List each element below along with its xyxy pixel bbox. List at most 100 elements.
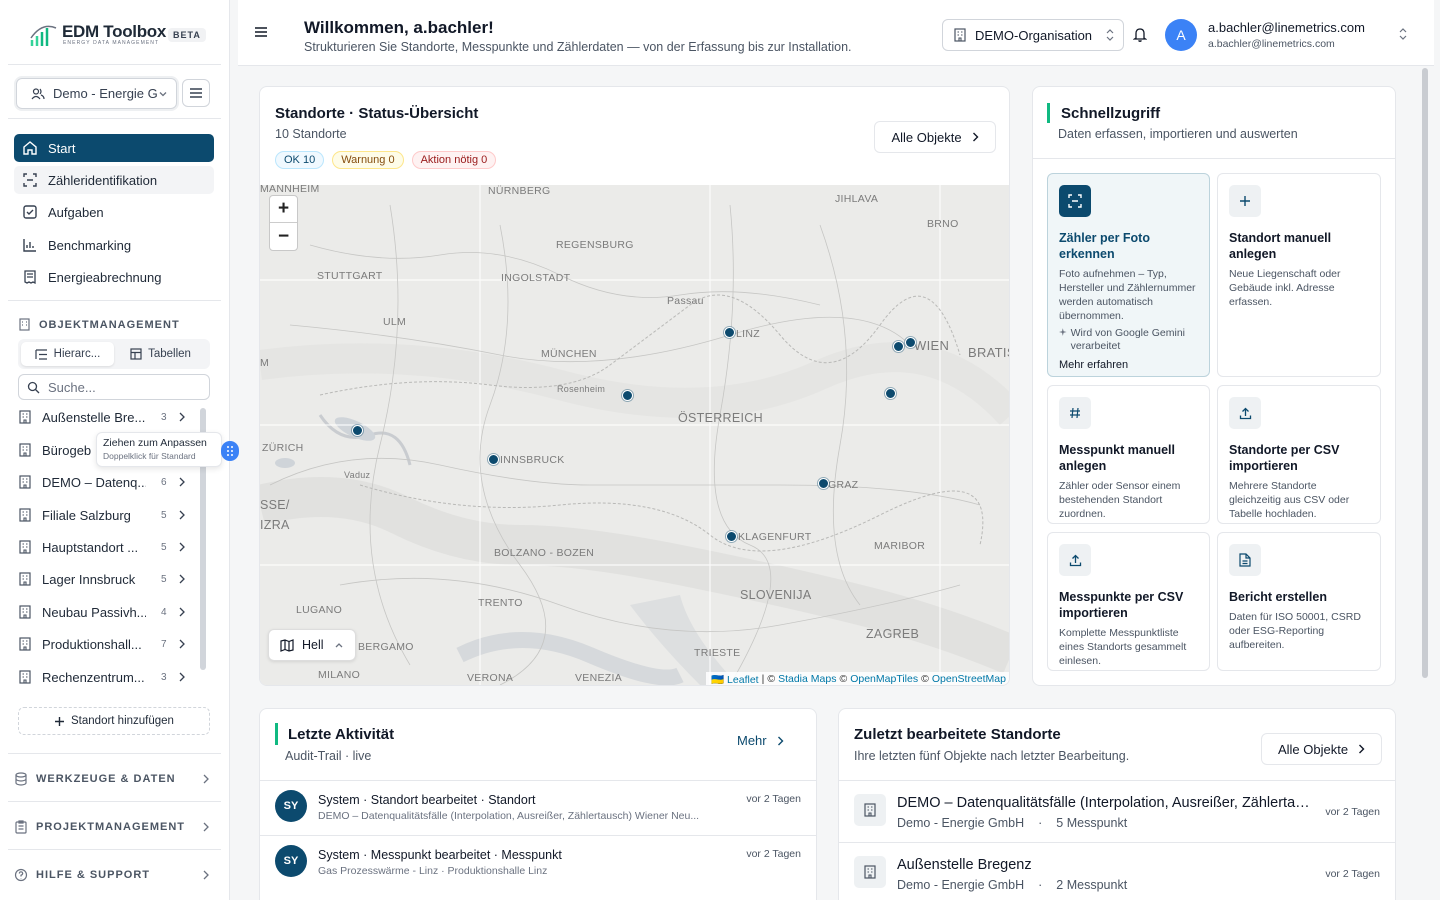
clipboard-icon [15,820,27,834]
menu-icon [190,88,202,98]
building-icon [19,637,31,651]
learn-more-link[interactable]: Mehr erfahren [1059,359,1198,371]
database-icon [15,772,27,786]
map-city-label: MARIBOR [874,540,926,552]
site-marker[interactable] [893,341,904,352]
site-marker[interactable] [488,454,499,465]
add-site-button[interactable]: Standort hinzufügen [18,707,210,735]
openstreetmap-link[interactable]: OpenStreetMap [932,673,1006,685]
chevron-right-icon [179,510,185,520]
activity-more-link[interactable]: Mehr [737,733,784,748]
zoom-in-button[interactable]: + [270,196,297,223]
chevron-right-icon [203,774,209,784]
chevron-updown-icon[interactable] [1398,28,1408,40]
activity-row[interactable]: SY System · Standort bearbeitet · Stando… [260,780,816,835]
tile-create-site[interactable]: Standort manuell anlegen Neue Liegenscha… [1217,173,1381,377]
resize-drag-handle[interactable] [221,441,239,461]
tree-item[interactable]: Außenstelle Bre... 3 [18,403,196,431]
site-map[interactable]: MANNHEIM NÜRNBERG JIHLAVA REGENSBURG BRN… [260,185,1009,685]
tile-photo-recognition[interactable]: Zähler per Foto erkennen Foto aufnehmen … [1047,173,1210,377]
recent-site-row[interactable]: Außenstelle Bregenz Demo - Energie GmbH ·… [839,842,1395,900]
building-icon [19,318,30,331]
building-icon [19,670,31,684]
site-marker[interactable] [622,390,633,401]
menu-icon[interactable] [254,26,268,38]
tree-item[interactable]: Neubau Passivh... 4 [18,598,196,626]
site-marker[interactable] [726,531,737,542]
home-icon [23,141,37,155]
main-scrollbar[interactable] [1422,66,1430,894]
site-marker[interactable] [885,388,896,399]
tree-item[interactable]: DEMO – Datenq... 6 [18,468,196,496]
map-city-label: ZÜRICH [262,442,304,454]
section-help-support[interactable]: HILFE & SUPPORT [14,865,214,885]
nav-zaehleridentifikation[interactable]: Zähleridentifikation [14,166,214,194]
map-city-label: BRNO [927,218,959,230]
tree-item[interactable]: Hauptstandort ... 5 [18,533,196,561]
stadia-link[interactable]: Stadia Maps [778,673,836,685]
section-tools-data[interactable]: WERKZEUGE & DATEN [14,769,214,789]
sidebar-menu-button[interactable] [182,79,210,107]
logo-icon [30,25,57,46]
organization-dropdown[interactable]: DEMO-Organisation [942,19,1124,51]
leaflet-link[interactable]: 🇺🇦 Leaflet [711,673,759,685]
map-city-label: INNSBRUCK [500,454,565,466]
card-subtitle: Audit-Trail · live [285,749,372,763]
checkbox-icon [23,205,37,219]
card-title: Schnellzugriff [1061,105,1161,122]
building-icon [19,605,31,619]
camera-scan-icon [1068,194,1082,208]
organization-select[interactable]: Demo - Energie G [16,78,177,109]
tree-item[interactable]: Rechenzentrum... 3 [18,663,196,691]
site-status-card: Standorte · Status-Übersicht 10 Standort… [259,86,1010,686]
site-marker[interactable] [352,425,363,436]
openmaptiles-link[interactable]: OpenMapTiles [850,673,918,685]
tab-tables[interactable]: Tabellen [114,342,207,366]
app-name: EDM Toolbox [62,22,167,41]
help-circle-icon [14,868,28,882]
app-logo[interactable]: EDM Toolbox ENERGY DATA MANAGEMENT BETA [30,20,220,50]
site-marker[interactable] [724,327,735,338]
object-search-input[interactable]: Suche... [18,374,210,400]
tab-hierarchy[interactable]: Hierarc... [21,342,114,366]
site-marker[interactable] [905,337,916,348]
site-marker[interactable] [818,478,829,489]
all-objects-button[interactable]: Alle Objekte [1261,733,1382,765]
map-style-button[interactable]: Hell [268,629,356,661]
tree-item[interactable]: Filiale Salzburg 5 [18,501,196,529]
all-objects-button[interactable]: Alle Objekte [874,121,996,153]
activity-row[interactable]: SY System · Messpunkt bearbeitet · Messp… [260,835,816,890]
nav-start[interactable]: Start [14,134,214,162]
actor-avatar: SY [275,790,307,822]
hash-icon [1070,407,1080,419]
actor-avatar: SY [275,845,307,877]
tile-import-measuring-points-csv[interactable]: Messpunkte per CSV importieren Komplette… [1047,532,1210,671]
tree-item[interactable]: Produktionshall... 7 [18,630,196,658]
building-icon [19,572,31,586]
nav-aufgaben[interactable]: Aufgaben [14,198,214,226]
plus-icon [1240,196,1250,206]
user-avatar[interactable]: A [1165,19,1197,51]
section-project-management[interactable]: PROJEKTMANAGEMENT [14,817,214,837]
nav-benchmarking[interactable]: Benchmarking [14,231,214,259]
recent-site-row[interactable]: DEMO – Datenqualitätsfälle (Interpolatio… [839,780,1395,842]
map-city-label: TRIESTE [694,647,741,659]
tree-item[interactable]: Lager Innsbruck 5 [18,565,196,593]
map-city-label: VENEZIA [575,672,623,684]
tile-import-sites-csv[interactable]: Standorte per CSV importieren Mehrere St… [1217,385,1381,524]
map-city-label: WIEN [914,338,950,353]
status-badge-action: Aktion nötig 0 [411,151,497,169]
plus-icon [55,716,65,726]
map-city-label: MILANO [318,669,361,681]
zoom-out-button[interactable]: − [270,223,297,250]
building-icon [19,540,31,554]
quick-access-card: Schnellzugriff Daten erfassen, importier… [1032,86,1396,686]
nav-energieabrechnung[interactable]: Energieabrechnung [14,263,214,291]
map-zoom-control: + − [269,195,298,251]
map-city-label: INGOLSTADT [501,272,571,284]
points-separator: · [1038,878,1043,892]
bell-icon[interactable] [1133,27,1147,42]
tile-create-report[interactable]: Bericht erstellen Daten für ISO 50001, C… [1217,532,1381,671]
chevron-right-icon [179,477,185,487]
tile-create-measuring-point[interactable]: Messpunkt manuell anlegen Zähler oder Se… [1047,385,1210,524]
